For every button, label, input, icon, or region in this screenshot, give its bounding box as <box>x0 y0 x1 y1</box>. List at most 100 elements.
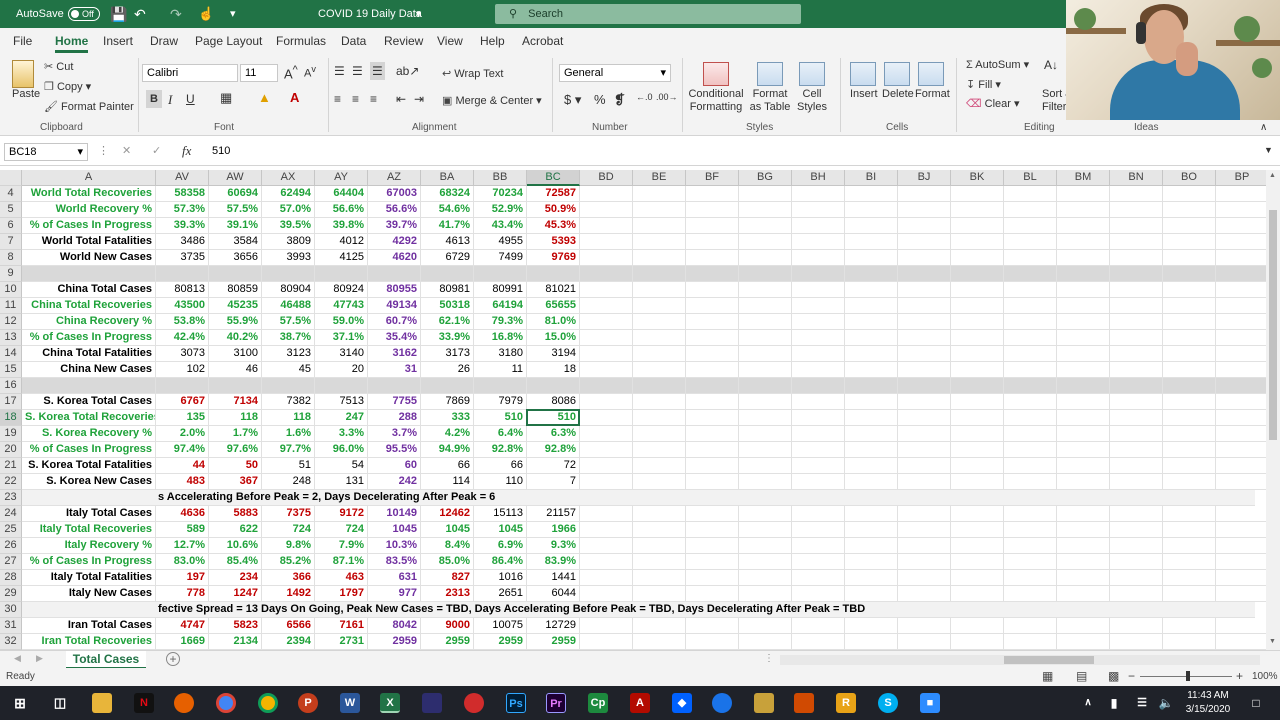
empty-cell[interactable] <box>686 538 739 554</box>
empty-cell[interactable] <box>898 410 951 426</box>
data-cell[interactable]: 248 <box>262 474 315 490</box>
empty-cell[interactable] <box>898 202 951 218</box>
data-cell[interactable]: 57.3% <box>156 202 209 218</box>
data-cell[interactable]: 7499 <box>474 250 527 266</box>
separator-cell[interactable] <box>686 266 739 282</box>
data-cell[interactable]: 778 <box>156 586 209 602</box>
row-label-cell[interactable]: China Total Fatalities <box>22 346 156 362</box>
touch-mode-icon[interactable]: ☝ <box>198 0 214 28</box>
empty-cell[interactable] <box>1004 426 1057 442</box>
empty-cell[interactable] <box>898 186 951 202</box>
row-header[interactable]: 6 <box>0 218 22 234</box>
data-cell[interactable]: 6.9% <box>474 538 527 554</box>
row-header[interactable]: 28 <box>0 570 22 586</box>
empty-cell[interactable] <box>633 554 686 570</box>
empty-cell[interactable] <box>951 634 1004 650</box>
empty-cell[interactable] <box>686 186 739 202</box>
empty-cell[interactable] <box>1057 442 1110 458</box>
separator-cell[interactable] <box>262 378 315 394</box>
bottom-align-icon[interactable]: ☰ <box>370 62 385 80</box>
empty-cell[interactable] <box>686 570 739 586</box>
empty-cell[interactable] <box>686 442 739 458</box>
data-cell[interactable]: 3123 <box>262 346 315 362</box>
word-icon[interactable]: W <box>340 693 360 713</box>
empty-cell[interactable] <box>1110 618 1163 634</box>
excel-icon[interactable]: X <box>380 693 400 713</box>
empty-cell[interactable] <box>1110 586 1163 602</box>
empty-cell[interactable] <box>633 298 686 314</box>
empty-cell[interactable] <box>686 346 739 362</box>
empty-cell[interactable] <box>792 346 845 362</box>
empty-cell[interactable] <box>898 362 951 378</box>
row-label-cell[interactable]: World Total Fatalities <box>22 234 156 250</box>
empty-cell[interactable] <box>1004 362 1057 378</box>
data-cell[interactable]: 3073 <box>156 346 209 362</box>
separator-cell[interactable] <box>1004 378 1057 394</box>
tab-insert[interactable]: Insert <box>103 34 133 48</box>
empty-cell[interactable] <box>845 330 898 346</box>
decrease-font-icon[interactable]: Av <box>304 64 316 80</box>
column-header[interactable]: BA <box>421 170 474 186</box>
font-name-select[interactable]: Calibri <box>142 64 238 82</box>
column-header[interactable]: BC <box>527 170 580 186</box>
data-cell[interactable]: 1.7% <box>209 426 262 442</box>
separator-cell[interactable] <box>1216 266 1266 282</box>
empty-cell[interactable] <box>580 554 633 570</box>
zoom-icon[interactable]: ■ <box>920 693 940 713</box>
empty-cell[interactable] <box>739 282 792 298</box>
empty-cell[interactable] <box>1163 314 1216 330</box>
page-layout-view-icon[interactable]: ▤ <box>1076 669 1087 683</box>
data-cell[interactable]: 56.6% <box>368 202 421 218</box>
empty-cell[interactable] <box>1216 522 1266 538</box>
empty-cell[interactable] <box>580 202 633 218</box>
column-header[interactable]: AY <box>315 170 368 186</box>
select-all-corner[interactable] <box>0 170 22 186</box>
data-cell[interactable]: 2.0% <box>156 426 209 442</box>
separator-cell[interactable] <box>209 266 262 282</box>
data-cell[interactable]: 66 <box>421 458 474 474</box>
empty-cell[interactable] <box>1004 282 1057 298</box>
data-cell[interactable]: 7513 <box>315 394 368 410</box>
empty-cell[interactable] <box>1110 458 1163 474</box>
empty-cell[interactable] <box>792 474 845 490</box>
cell-styles-icon[interactable] <box>799 62 825 86</box>
empty-cell[interactable] <box>898 394 951 410</box>
row-header[interactable]: 9 <box>0 266 22 282</box>
empty-cell[interactable] <box>845 442 898 458</box>
empty-cell[interactable] <box>845 282 898 298</box>
data-cell[interactable]: 57.5% <box>262 314 315 330</box>
column-header[interactable]: BI <box>845 170 898 186</box>
empty-cell[interactable] <box>792 570 845 586</box>
empty-cell[interactable] <box>951 202 1004 218</box>
data-cell[interactable]: 118 <box>209 410 262 426</box>
empty-cell[interactable] <box>739 538 792 554</box>
empty-cell[interactable] <box>845 522 898 538</box>
empty-cell[interactable] <box>898 458 951 474</box>
data-cell[interactable]: 3.3% <box>315 426 368 442</box>
empty-cell[interactable] <box>1216 634 1266 650</box>
empty-cell[interactable] <box>686 314 739 330</box>
data-cell[interactable]: 70234 <box>474 186 527 202</box>
empty-cell[interactable] <box>898 250 951 266</box>
app-icon[interactable] <box>464 693 484 713</box>
data-cell[interactable]: 7979 <box>474 394 527 410</box>
empty-cell[interactable] <box>951 586 1004 602</box>
empty-cell[interactable] <box>898 442 951 458</box>
data-cell[interactable]: 80924 <box>315 282 368 298</box>
column-header[interactable]: BM <box>1057 170 1110 186</box>
photoshop-icon[interactable]: Ps <box>506 693 526 713</box>
tab-file[interactable]: File <box>13 34 32 48</box>
data-cell[interactable]: 724 <box>315 522 368 538</box>
empty-cell[interactable] <box>739 346 792 362</box>
data-cell[interactable]: 55.9% <box>209 314 262 330</box>
tab-home[interactable]: Home <box>55 34 89 53</box>
skype-icon[interactable]: S <box>878 693 898 713</box>
empty-cell[interactable] <box>898 570 951 586</box>
empty-cell[interactable] <box>686 218 739 234</box>
data-cell[interactable]: 83.9% <box>527 554 580 570</box>
tab-page-layout[interactable]: Page Layout <box>195 34 262 48</box>
data-cell[interactable]: 2731 <box>315 634 368 650</box>
empty-cell[interactable] <box>633 458 686 474</box>
empty-cell[interactable] <box>1163 554 1216 570</box>
format-painter-button[interactable]: 🖌 Format Painter <box>44 100 134 113</box>
